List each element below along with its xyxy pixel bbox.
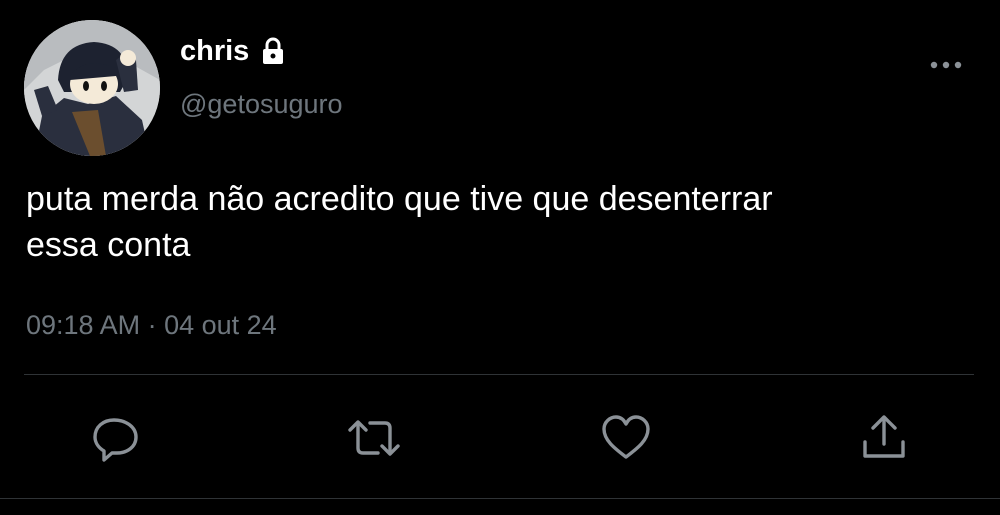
- tweet-timestamp[interactable]: 09:18 AM · 04 out 24: [26, 308, 277, 342]
- more-icon: [930, 61, 962, 69]
- retweet-icon: [348, 420, 400, 456]
- reply-button[interactable]: [90, 412, 142, 464]
- avatar[interactable]: [24, 20, 160, 156]
- tweet-text: puta merda não acredito que tive que des…: [26, 180, 773, 264]
- retweet-button[interactable]: [344, 412, 400, 464]
- like-button[interactable]: [600, 412, 652, 464]
- share-icon: [863, 415, 905, 458]
- lock-icon: [258, 36, 288, 66]
- reply-icon: [93, 418, 138, 462]
- divider-bottom: [0, 498, 1000, 499]
- user-handle[interactable]: @getosuguro: [180, 88, 343, 120]
- display-name[interactable]: chris: [180, 34, 288, 68]
- tweet: chris @getosuguro puta merda não acredit…: [0, 0, 1000, 515]
- more-button[interactable]: [924, 50, 968, 80]
- heart-icon: [602, 415, 650, 459]
- divider: [24, 374, 974, 375]
- display-name-text: chris: [180, 35, 250, 67]
- avatar-image: [24, 20, 160, 156]
- share-button[interactable]: [858, 412, 910, 464]
